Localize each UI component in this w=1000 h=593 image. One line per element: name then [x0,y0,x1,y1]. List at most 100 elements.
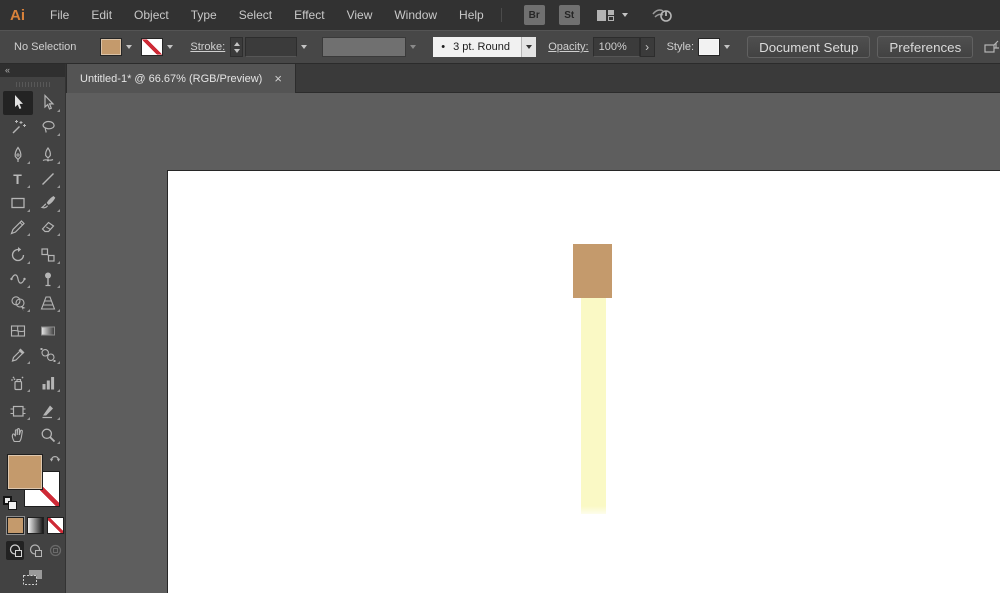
tool-slice[interactable] [33,399,63,423]
chevron-down-icon[interactable] [163,38,176,56]
panel-grip[interactable] [0,77,65,91]
panel-collapse-button[interactable]: « [0,64,65,77]
tool-scale[interactable] [33,243,63,267]
width-profile-dropdown[interactable] [322,37,407,57]
close-icon[interactable]: × [274,72,282,85]
menu-effect[interactable]: Effect [283,0,335,30]
tool-symbol-sprayer[interactable] [3,371,33,395]
menu-window[interactable]: Window [383,0,448,30]
shaper-pencil-icon [9,220,25,235]
stroke-weight-stepper[interactable] [230,37,244,57]
screen-mode-icon [22,570,42,585]
chevron-down-icon[interactable] [720,38,733,56]
tool-direct-selection[interactable] [33,91,63,115]
tool-curvature[interactable] [33,143,63,167]
hand-icon [11,428,23,443]
tool-shape-builder[interactable] [3,291,33,315]
opacity-panel-link[interactable]: Opacity: [548,41,588,53]
bridge-button[interactable]: Br [523,5,545,25]
selection-status: No Selection [14,41,77,53]
document-tab[interactable]: Untitled-1* @ 66.67% (RGB/Preview) × [66,64,296,93]
stroke-color-dropdown[interactable] [141,38,176,56]
draw-behind-button[interactable] [26,541,44,560]
menu-type[interactable]: Type [180,0,228,30]
menu-select[interactable]: Select [228,0,283,30]
fill-color-swatch[interactable] [100,38,123,56]
stroke-panel-link[interactable]: Stroke: [190,41,225,53]
style-dropdown[interactable] [698,38,733,56]
style-label: Style: [666,41,695,53]
fill-color-dropdown[interactable] [100,38,135,56]
color-button[interactable] [7,517,24,534]
brush-value-field[interactable]: • 3 pt. Round [433,37,522,57]
tool-magic-wand[interactable] [3,115,33,139]
width-profile-chevron[interactable] [406,38,419,56]
fill-stroke-control [0,452,65,510]
tool-type[interactable]: T [3,167,33,191]
workspace-icon [596,9,614,21]
tool-shaper[interactable] [3,215,33,239]
eraser-icon [41,221,54,233]
tool-line-segment[interactable] [33,167,63,191]
tool-rotate[interactable] [3,243,33,267]
shape-builder-icon [10,296,25,312]
tool-width[interactable] [3,267,33,291]
tool-hand[interactable] [3,423,33,447]
menu-view[interactable]: View [336,0,384,30]
preferences-button[interactable]: Preferences [877,36,974,58]
chevron-down-icon[interactable] [521,37,537,57]
opacity-popup-button[interactable]: › [639,37,655,57]
tool-blend[interactable] [33,343,63,367]
draw-inside-button[interactable] [47,541,65,560]
line-segment-icon [41,173,54,185]
tool-selection[interactable] [2,91,33,115]
stepper-down-icon[interactable] [233,48,240,53]
fill-proxy-swatch[interactable] [7,454,43,490]
default-fill-stroke-icon[interactable] [3,496,18,511]
tool-paintbrush[interactable] [33,191,63,215]
tool-lasso[interactable] [33,115,63,139]
gradient-button[interactable] [27,517,44,534]
tool-eyedropper[interactable] [3,343,33,367]
workspace-switcher[interactable] [596,9,628,22]
draw-normal-button[interactable] [6,541,25,560]
stroke-weight-field[interactable] [245,37,298,57]
chevron-down-icon[interactable] [122,38,135,56]
style-swatch[interactable] [698,38,721,56]
tan-rectangle-shape[interactable] [573,244,612,298]
tool-zoom[interactable] [33,423,63,447]
stroke-weight-chevron[interactable] [297,38,310,56]
swap-fill-stroke-icon[interactable] [48,452,62,464]
tool-puppet-warp[interactable] [33,267,63,291]
artboard[interactable] [167,170,1000,593]
stepper-up-icon[interactable] [233,41,240,46]
draw-inside-icon [50,544,62,557]
none-button[interactable] [47,517,64,534]
menu-file[interactable]: File [39,0,80,30]
brush-definition-dropdown[interactable]: • 3 pt. Round [433,37,537,57]
tool-rectangle[interactable] [3,191,33,215]
tool-eraser[interactable] [33,215,63,239]
tool-artboard[interactable] [3,399,33,423]
tool-pen[interactable] [3,143,33,167]
tool-column-graph[interactable] [33,371,63,395]
pale-yellow-rectangle-shape[interactable] [581,298,606,516]
menu-help[interactable]: Help [448,0,495,30]
opacity-field[interactable]: 100% [592,37,640,57]
zoom-magnifier-icon [41,428,55,443]
screen-mode-button[interactable] [21,569,45,591]
menu-object[interactable]: Object [123,0,180,30]
stroke-none-swatch[interactable] [141,38,164,56]
rectangle-icon [10,197,25,209]
menu-edit[interactable]: Edit [80,0,123,30]
tool-gradient[interactable] [33,319,63,343]
document-setup-button[interactable]: Document Setup [747,36,871,58]
brush-value: 3 pt. Round [453,41,510,53]
stock-button[interactable]: St [558,5,580,25]
sync-status-button[interactable] [650,6,676,24]
magic-wand-icon [12,120,26,134]
tool-mesh[interactable] [3,319,33,343]
panel-launcher[interactable] [983,39,1000,55]
tool-perspective-grid[interactable] [33,291,63,315]
draw-behind-icon [29,544,42,557]
